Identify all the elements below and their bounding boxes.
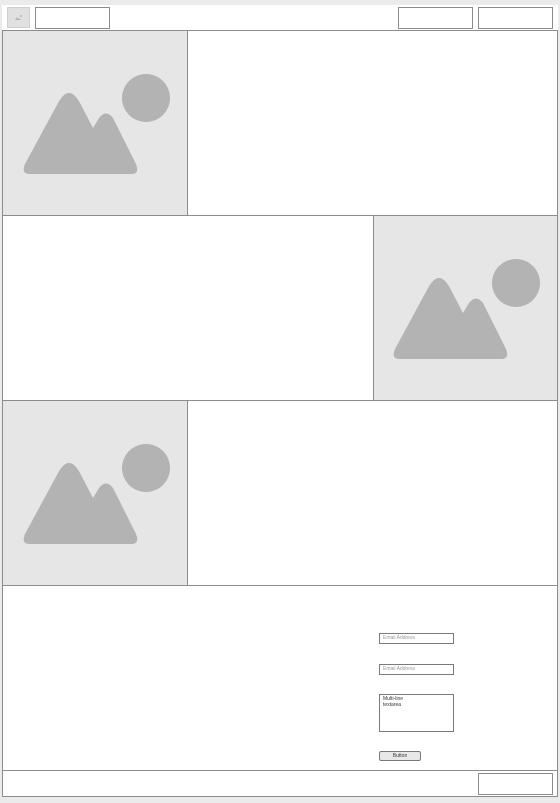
nav-button-1[interactable]: [398, 7, 473, 29]
email-input-1[interactable]: Email Address: [379, 633, 454, 644]
logo[interactable]: [7, 7, 30, 28]
logo-icon: [15, 15, 22, 20]
hero-image-3: [2, 400, 188, 586]
multiline-textarea[interactable]: Multi-line textarea: [379, 694, 454, 732]
content-panel-2: [2, 215, 374, 401]
submit-button[interactable]: Button: [379, 751, 421, 761]
hero-image-2: [373, 215, 558, 401]
image-placeholder-icon: [23, 74, 170, 174]
hero-image-1: [2, 30, 188, 216]
nav-button-2[interactable]: [478, 7, 553, 29]
image-placeholder-icon: [23, 444, 170, 544]
nav-search-box[interactable]: [35, 7, 110, 29]
form-section: [2, 585, 558, 771]
content-panel-3: [187, 400, 558, 586]
image-placeholder-icon: [393, 259, 540, 359]
footer-button[interactable]: [478, 773, 553, 795]
content-panel-1: [187, 30, 558, 216]
email-input-2[interactable]: Email Address: [379, 664, 454, 675]
footer-bar: [2, 770, 558, 797]
